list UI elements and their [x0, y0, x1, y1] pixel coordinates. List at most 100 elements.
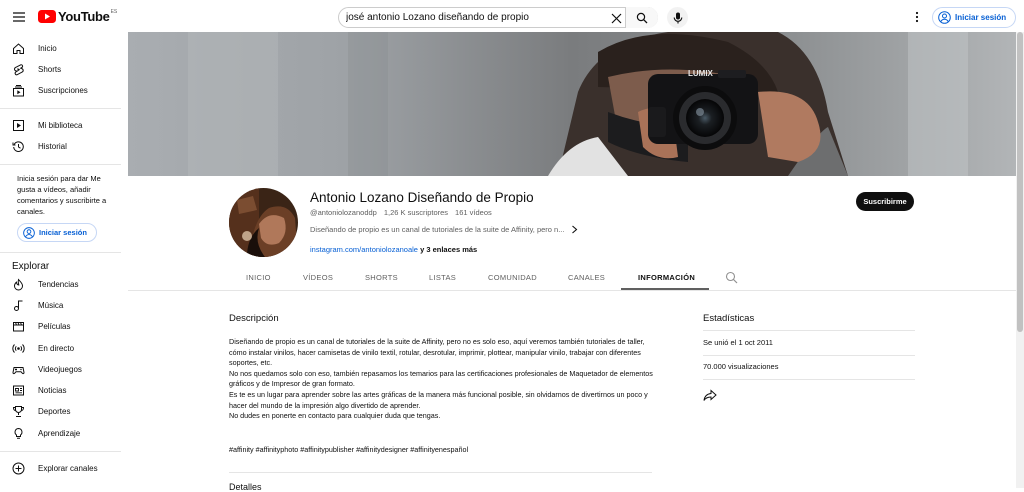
shorts-icon [14, 64, 24, 76]
tab-playlists[interactable]: LISTAS [429, 273, 456, 282]
video-count: 161 vídeos [455, 208, 492, 217]
channel-links: instagram.com/antoniolozanoale y 3 enlac… [310, 245, 477, 254]
clear-search-icon[interactable] [607, 9, 625, 27]
stats-divider [703, 379, 915, 380]
sidebar-item-home[interactable]: Inicio [0, 38, 121, 59]
live-icon [12, 344, 25, 353]
sidebar-divider [0, 451, 121, 452]
search-icon [636, 12, 648, 23]
country-code: ES [110, 8, 118, 15]
sidebar-item-subscriptions[interactable]: Suscripciones [0, 80, 121, 101]
hashtags[interactable]: #affinity #affinityphoto #affinitypublis… [229, 445, 468, 454]
channel-avatar[interactable] [229, 188, 298, 257]
share-icon[interactable] [703, 389, 717, 402]
sidebar-item-label: Mi biblioteca [38, 121, 83, 130]
sidebar-item-shorts[interactable]: Shorts [0, 59, 121, 80]
sports-icon [12, 406, 25, 417]
tab-community[interactable]: COMUNIDAD [488, 273, 537, 282]
more-links[interactable]: y 3 enlaces más [420, 245, 477, 254]
sidebar-item-gaming[interactable]: Videojuegos [0, 359, 121, 380]
channel-tabs: INICIO VÍDEOS SHORTS LISTAS COMUNIDAD CA… [128, 266, 1016, 291]
svg-text:LUMIX: LUMIX [688, 69, 714, 78]
instagram-link[interactable]: instagram.com/antoniolozanoale [310, 245, 418, 254]
sidebar-item-label: Explorar canales [38, 464, 98, 473]
sidebar-item-label: Inicio [38, 44, 57, 53]
sidebar-item-music[interactable]: Música [0, 295, 121, 316]
description-text: Diseñando de propio es un canal de tutor… [229, 337, 653, 421]
tab-videos[interactable]: VÍDEOS [303, 273, 333, 282]
more-options-icon[interactable] [912, 11, 922, 23]
tab-shorts[interactable]: SHORTS [365, 273, 398, 282]
sidebar: Inicio Shorts Suscripciones Mi bibliotec… [0, 34, 121, 488]
sidebar-item-label: Noticias [38, 386, 67, 395]
section-divider [229, 472, 652, 473]
sidebar-item-label: Suscripciones [38, 86, 88, 95]
channel-search-icon[interactable] [725, 271, 738, 284]
library-icon [13, 120, 24, 131]
sidebar-item-label: Deportes [38, 407, 71, 416]
sidebar-item-label: Música [38, 301, 64, 310]
sidebar-divider [0, 164, 121, 165]
sidebar-divider [0, 252, 121, 253]
view-count: 70.000 visualizaciones [703, 362, 779, 371]
sidebar-item-history[interactable]: Historial [0, 136, 121, 157]
sidebar-item-label: Tendencias [38, 280, 79, 289]
description-heading: Descripción [229, 313, 279, 324]
news-icon [13, 385, 24, 396]
stats-divider [703, 330, 915, 331]
signin-message: Inicia sesión para dar Me gusta a vídeos… [17, 174, 107, 216]
top-bar: YouTube ES Iniciar sesión [0, 0, 1024, 34]
joined-date: Se unió el 1 oct 2011 [703, 338, 773, 347]
sidebar-signin-label: Iniciar sesión [39, 228, 87, 237]
page-scrollbar[interactable] [1016, 32, 1024, 488]
sidebar-item-label: En directo [38, 344, 75, 353]
sidebar-item-label: Películas [38, 322, 71, 331]
gaming-icon [12, 367, 25, 375]
search-input[interactable] [346, 9, 606, 26]
channel-name: Antonio Lozano Diseñando de Propio [310, 190, 534, 205]
sidebar-item-label: Historial [38, 142, 67, 151]
sidebar-item-sports[interactable]: Deportes [0, 401, 121, 422]
music-icon [14, 300, 23, 311]
sidebar-item-browse-channels[interactable]: Explorar canales [0, 458, 121, 479]
stats-heading: Estadísticas [703, 313, 755, 324]
subscriptions-icon [13, 85, 24, 97]
sidebar-item-news[interactable]: Noticias [0, 380, 121, 401]
sidebar-item-label: Aprendizaje [38, 429, 81, 438]
sidebar-item-label: Shorts [38, 65, 62, 74]
hamburger-menu-icon[interactable] [12, 10, 26, 24]
history-icon [12, 141, 24, 152]
search-box [338, 7, 658, 28]
chevron-right-icon [572, 225, 578, 234]
home-icon [13, 43, 24, 54]
channel-meta: @antoniolozanoddp 1,26 K suscriptores 16… [310, 208, 492, 217]
tab-channels[interactable]: CANALES [568, 273, 605, 282]
subscribe-button[interactable]: Suscribirme [856, 192, 914, 211]
description-preview-text: Diseñando de propio es un canal de tutor… [310, 225, 565, 234]
sidebar-signin-button[interactable]: Iniciar sesión [17, 223, 97, 242]
channel-description-preview[interactable]: Diseñando de propio es un canal de tutor… [310, 225, 578, 234]
stats-divider [703, 355, 915, 356]
signin-button[interactable]: Iniciar sesión [932, 7, 1017, 28]
sidebar-item-live[interactable]: En directo [0, 338, 121, 359]
sidebar-item-movies[interactable]: Películas [0, 316, 121, 337]
explore-heading: Explorar [12, 261, 50, 272]
learning-icon [14, 427, 23, 439]
details-heading: Detalles [229, 482, 262, 492]
microphone-icon [673, 12, 682, 23]
account-icon [23, 226, 35, 239]
tab-about[interactable]: INFORMACIÓN [638, 273, 695, 282]
sidebar-divider [0, 108, 121, 109]
voice-search-button[interactable] [667, 7, 688, 28]
channel-banner: LUMIX [128, 32, 1016, 176]
sidebar-item-label: Videojuegos [38, 365, 82, 374]
sidebar-item-trending[interactable]: Tendencias [0, 274, 121, 295]
youtube-logo[interactable]: YouTube ES [38, 9, 117, 24]
tab-home[interactable]: INICIO [246, 273, 271, 282]
add-circle-icon [12, 462, 25, 475]
sidebar-item-learning[interactable]: Aprendizaje [0, 423, 121, 444]
sidebar-item-library[interactable]: Mi biblioteca [0, 115, 121, 136]
search-button[interactable] [625, 7, 658, 28]
scrollbar-thumb[interactable] [1017, 32, 1023, 332]
active-tab-indicator [621, 288, 709, 290]
